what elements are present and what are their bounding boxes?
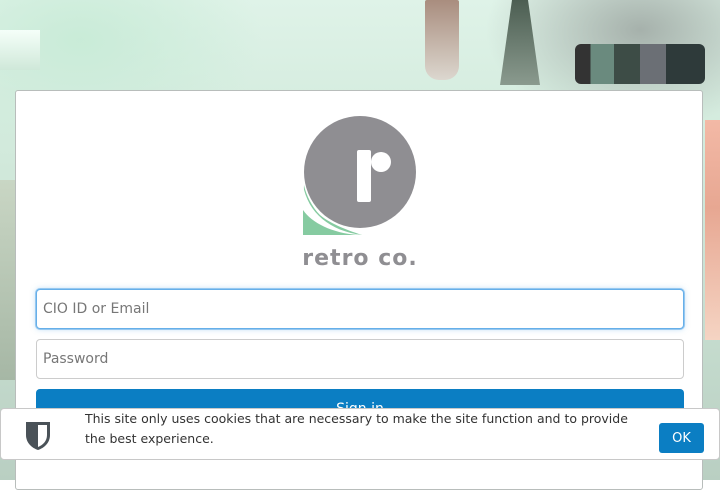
background-decoration bbox=[0, 180, 15, 380]
brand-name: retro co. bbox=[302, 246, 417, 271]
background-decoration bbox=[500, 0, 540, 85]
email-input[interactable] bbox=[36, 289, 684, 329]
cookie-banner: This site only uses cookies that are nec… bbox=[0, 408, 720, 460]
background-decoration bbox=[0, 30, 40, 70]
retro-co-logo: retro co. bbox=[302, 116, 417, 271]
background-decoration bbox=[425, 0, 459, 80]
shield-icon bbox=[26, 422, 50, 450]
password-input[interactable] bbox=[36, 339, 684, 379]
cookie-ok-button[interactable]: OK bbox=[659, 423, 704, 453]
cookie-message: This site only uses cookies that are nec… bbox=[85, 411, 628, 446]
background-decoration bbox=[575, 44, 705, 84]
background-decoration bbox=[705, 120, 720, 340]
